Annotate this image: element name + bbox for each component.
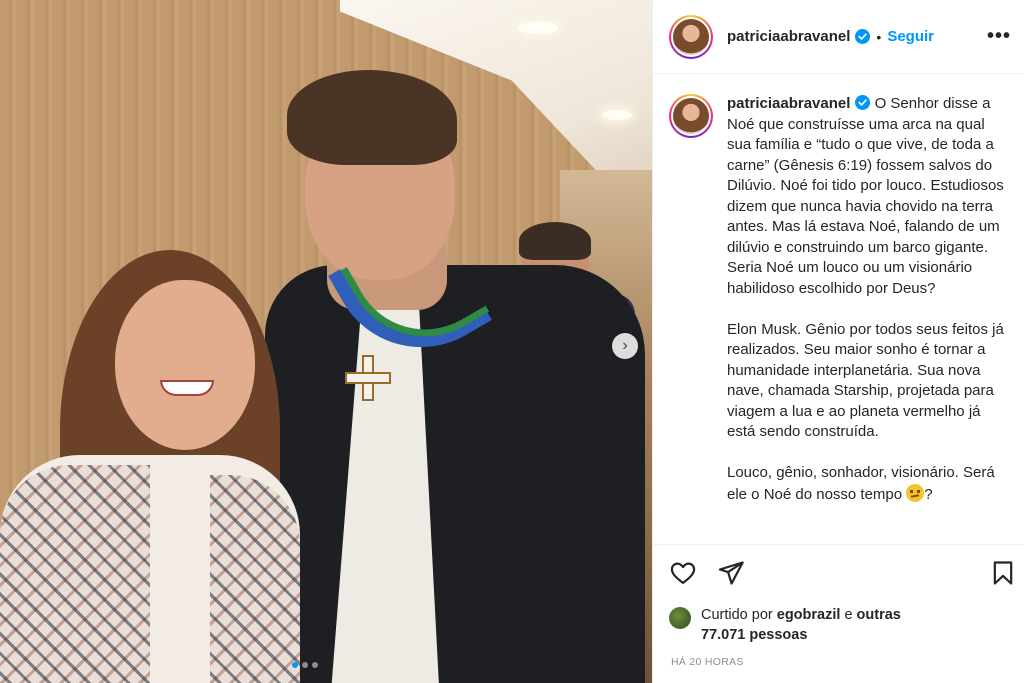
carousel-dot <box>312 662 318 668</box>
carousel-dot <box>292 662 298 668</box>
follow-button[interactable]: Seguir <box>887 28 934 45</box>
likes-summary: Curtido por egobrazil e outras 77.071 pe… <box>669 605 921 645</box>
paper-plane-icon[interactable] <box>717 559 745 587</box>
caption-body: O Senhor disse a Noé que construísse uma… <box>727 95 1004 503</box>
caption-avatar[interactable] <box>669 94 713 138</box>
profile-picture <box>673 98 709 134</box>
actions-bar: Curtido por egobrazil e outras 77.071 pe… <box>653 544 1024 683</box>
heart-icon[interactable] <box>669 559 697 587</box>
avatar[interactable] <box>669 14 713 59</box>
username-link[interactable]: patriciaabravanel <box>727 28 850 45</box>
liker-username-link[interactable]: egobrazil <box>777 607 841 623</box>
caption-text: patriciaabravanel O Senhor disse a Noé q… <box>727 94 1009 505</box>
action-icons <box>669 559 1013 587</box>
verified-badge-icon <box>855 95 871 110</box>
post-header: patriciaabravanel • Seguir ••• <box>653 0 1024 74</box>
likes-middle: e <box>840 607 857 623</box>
caption-end: ? <box>924 485 933 503</box>
liker-avatar[interactable] <box>669 607 691 629</box>
carousel-dot <box>302 662 308 668</box>
post-photo[interactable]: › <box>0 0 652 683</box>
chevron-right-icon: › <box>622 337 628 354</box>
woman-figure <box>0 250 300 683</box>
bookmark-icon[interactable] <box>989 559 1017 587</box>
man-figure <box>265 60 645 683</box>
thinking-face-emoji <box>906 483 925 502</box>
ceiling-lamp <box>518 22 558 34</box>
separator-dot: • <box>876 28 882 45</box>
medal <box>345 355 391 401</box>
carousel-next-button[interactable]: › <box>612 333 638 359</box>
carousel-indicator <box>292 662 318 668</box>
more-options-icon[interactable]: ••• <box>987 26 1011 46</box>
post-sidebar: patriciaabravanel • Seguir ••• patriciaa… <box>652 0 1024 683</box>
caption-area: patriciaabravanel O Senhor disse a Noé q… <box>653 74 1024 544</box>
likes-prefix: Curtido por <box>701 607 777 623</box>
profile-picture <box>673 18 709 55</box>
likes-text: Curtido por egobrazil e outras 77.071 pe… <box>701 605 921 645</box>
caption-username-link[interactable]: patriciaabravanel <box>727 95 850 112</box>
verified-badge-icon <box>855 29 871 44</box>
post-timestamp[interactable]: HÁ 20 HORAS <box>671 656 744 668</box>
